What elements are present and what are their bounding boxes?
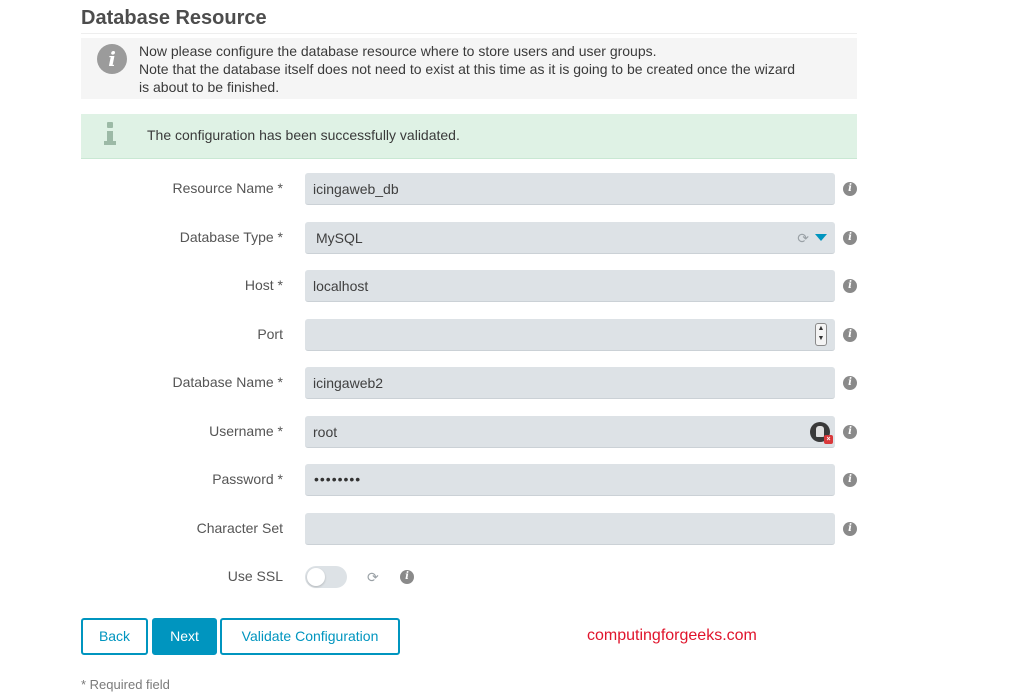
form-row-database-type: Database Type * MySQL ⟳ i [0,222,1024,254]
form-row-host: Host * localhost i [0,270,1024,302]
form-row-port: Port ▲ ▼ i [0,319,1024,351]
form-row-use-ssl: Use SSL ⟳ i [0,561,1024,593]
success-box: The configuration has been successfully … [81,114,857,159]
validate-configuration-button[interactable]: Validate Configuration [220,618,400,655]
database-type-label: Database Type * [179,229,283,245]
username-input[interactable]: root × [305,416,835,448]
password-masked-value: •••••••• [314,471,362,487]
help-icon[interactable]: i [843,279,857,293]
form-row-password: Password * •••••••• i [0,464,1024,496]
help-icon[interactable]: i [843,522,857,536]
password-input[interactable]: •••••••• [305,464,835,496]
host-value: localhost [313,278,369,294]
info-text: Now please configure the database resour… [139,42,849,96]
reload-icon[interactable]: ⟳ [367,569,379,586]
info-line: Note that the database itself does not n… [139,61,796,77]
help-icon[interactable]: i [843,473,857,487]
database-type-value: MySQL [316,230,363,246]
resource-name-input[interactable]: icingaweb_db [305,173,835,205]
back-button[interactable]: Back [81,618,148,655]
database-name-label: Database Name * [172,374,283,390]
username-label: Username * [209,423,283,439]
help-icon[interactable]: i [843,425,857,439]
info-line: Now please configure the database resour… [139,43,657,59]
password-manager-icon[interactable]: × [810,422,833,444]
database-name-input[interactable]: icingaweb2 [305,367,835,399]
database-name-value: icingaweb2 [313,375,384,391]
next-button[interactable]: Next [152,618,217,655]
use-ssl-toggle[interactable] [305,566,347,588]
reload-icon[interactable]: ⟳ [797,230,809,246]
help-icon[interactable]: i [843,182,857,196]
chevron-down-icon[interactable] [815,234,827,241]
title-divider [81,33,857,34]
help-icon[interactable]: i [843,328,857,342]
help-icon[interactable]: i [843,231,857,245]
character-set-label: Character Set [196,520,283,536]
port-label: Port [257,326,283,342]
watermark: computingforgeeks.com [587,627,757,644]
info-circle-icon: i [97,44,127,74]
character-set-input[interactable] [305,513,835,545]
toggle-knob [307,568,325,586]
host-input[interactable]: localhost [305,270,835,302]
resource-name-value: icingaweb_db [313,181,399,197]
form-row-character-set: Character Set i [0,513,1024,545]
password-label: Password * [212,471,283,487]
page-title: Database Resource [81,7,267,29]
port-input[interactable]: ▲ ▼ [305,319,835,351]
info-icon [103,122,117,148]
help-icon[interactable]: i [400,570,414,584]
required-field-note: * Required field [81,677,170,692]
port-stepper-icon[interactable]: ▲ ▼ [815,323,827,346]
form-row-resource-name: Resource Name * icingaweb_db i [0,173,1024,205]
host-label: Host * [244,277,283,293]
form-row-username: Username * root × i [0,416,1024,448]
use-ssl-label: Use SSL [227,568,283,584]
help-icon[interactable]: i [843,376,857,390]
form-row-database-name: Database Name * icingaweb2 i [0,367,1024,399]
success-message: The configuration has been successfully … [147,127,460,143]
username-value: root [313,424,338,440]
info-box: i Now please configure the database reso… [81,38,857,99]
info-line: is about to be finished. [139,79,280,95]
resource-name-label: Resource Name * [172,180,284,196]
database-type-select[interactable]: MySQL ⟳ [305,222,835,254]
